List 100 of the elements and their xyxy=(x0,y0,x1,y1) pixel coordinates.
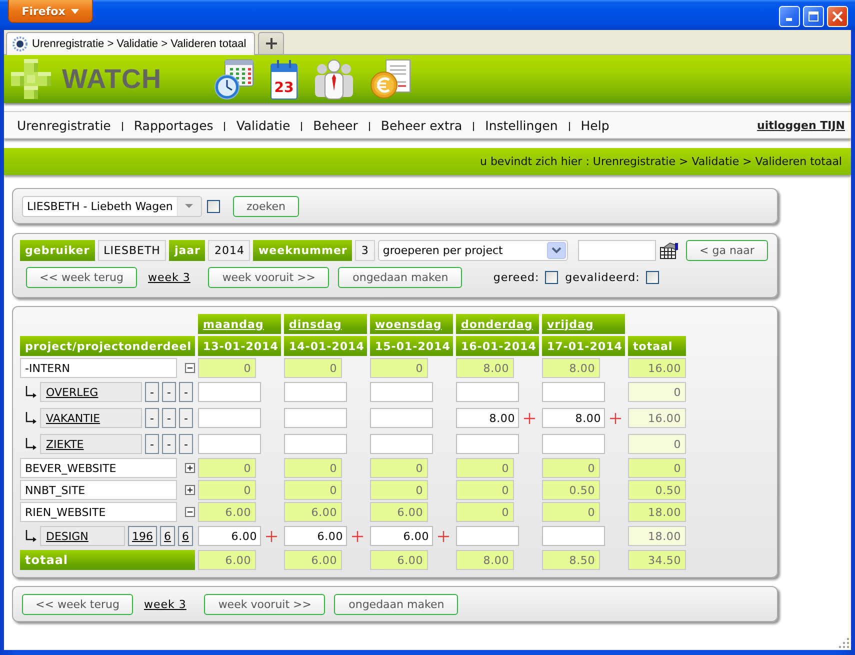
search-button[interactable]: zoeken xyxy=(233,196,299,216)
code-field: - xyxy=(162,382,176,402)
hours-input[interactable]: 8.00 xyxy=(456,408,519,428)
project-name: RIEN_WEBSITE xyxy=(20,502,177,522)
new-tab-button[interactable] xyxy=(258,32,284,54)
code-field: - xyxy=(145,382,159,402)
week-link[interactable]: week 3 xyxy=(148,271,190,284)
hours-input[interactable] xyxy=(456,526,519,546)
code-field: - xyxy=(145,434,159,454)
browser-tab[interactable]: Urenregistratie > Validatie > Valideren totaal xyxy=(6,32,255,55)
plus-icon[interactable] xyxy=(610,412,621,424)
total-cell: 18.00 xyxy=(628,502,686,522)
logout-link[interactable]: uitloggen TIJN xyxy=(757,118,845,132)
task-link[interactable]: OVERLEG xyxy=(40,382,142,402)
plus-icon xyxy=(266,38,276,49)
hours-cell: 0 xyxy=(284,358,342,378)
user-select[interactable]: LIESBETH - Liebeth Wagen xyxy=(22,196,202,216)
plus-icon[interactable] xyxy=(352,530,363,542)
task-link[interactable]: DESIGN xyxy=(40,526,125,546)
plus-icon[interactable] xyxy=(438,530,449,542)
next-week-button[interactable]: week vooruit >> xyxy=(208,267,330,288)
app-logo-text: WATCH xyxy=(62,64,162,94)
date-header: 17-01-2014 xyxy=(542,336,625,356)
undo-button[interactable]: ongedaan maken xyxy=(338,267,462,288)
hours-input[interactable] xyxy=(370,382,433,402)
previous-week-button[interactable]: << week terug xyxy=(22,594,133,614)
caret-icon xyxy=(71,8,80,14)
nav-link[interactable]: Help xyxy=(580,118,610,132)
week-link[interactable]: week 3 xyxy=(144,598,186,610)
minimize-button[interactable] xyxy=(779,6,800,27)
minus-box-icon[interactable] xyxy=(185,507,195,517)
hours-input[interactable] xyxy=(198,408,261,428)
euro-coin-document-icon[interactable] xyxy=(369,57,414,101)
hours-cell: 6.00 xyxy=(198,550,256,570)
hours-cell: 0 xyxy=(456,502,514,522)
checkbox[interactable] xyxy=(545,271,558,284)
nav-link[interactable]: Rapportages xyxy=(134,118,214,132)
nav-link[interactable]: Validatie xyxy=(236,118,290,132)
nav-link[interactable]: Beheer extra xyxy=(380,118,462,132)
hours-input[interactable] xyxy=(284,408,347,428)
hours-input[interactable] xyxy=(370,408,433,428)
hours-input[interactable] xyxy=(370,434,433,454)
code-field: - xyxy=(179,408,193,428)
hours-input[interactable]: 6.00 xyxy=(198,526,261,546)
hours-cell: 8.00 xyxy=(456,358,514,378)
calendar-icon[interactable] xyxy=(660,242,678,259)
maximize-icon xyxy=(808,11,819,22)
previous-week-button[interactable]: << week terug xyxy=(26,267,137,288)
code-link[interactable]: 196 xyxy=(128,526,157,546)
next-week-button[interactable]: week vooruit >> xyxy=(204,594,326,614)
project-name: BEVER_WEBSITE xyxy=(20,458,177,478)
corner-arrow-icon xyxy=(25,386,37,398)
close-icon xyxy=(832,11,843,22)
hours-input[interactable] xyxy=(198,382,261,402)
checkbox[interactable] xyxy=(207,200,220,212)
hours-input[interactable] xyxy=(542,434,605,454)
hours-input[interactable]: 8.00 xyxy=(542,408,605,428)
code-link[interactable]: 6 xyxy=(178,526,193,546)
plus-icon[interactable] xyxy=(524,412,535,424)
hours-cell: 8.50 xyxy=(542,550,600,570)
code-field: - xyxy=(162,408,176,428)
grouping-select[interactable]: groeperen per project xyxy=(378,240,568,261)
hours-input[interactable] xyxy=(542,526,605,546)
hours-cell: 6.00 xyxy=(370,550,428,570)
minus-box-icon[interactable] xyxy=(185,363,195,373)
hours-input[interactable] xyxy=(542,382,605,402)
date-header: 13-01-2014 xyxy=(198,336,281,356)
plus-icon[interactable] xyxy=(266,530,277,542)
people-icon[interactable] xyxy=(313,57,356,101)
hours-input[interactable]: 6.00 xyxy=(370,526,433,546)
hours-input[interactable] xyxy=(456,382,519,402)
close-button[interactable] xyxy=(827,6,848,27)
checkbox[interactable] xyxy=(646,271,659,284)
plus-box-icon[interactable] xyxy=(185,463,195,473)
plus-box-icon[interactable] xyxy=(185,485,195,495)
task-link[interactable]: ZIEKTE xyxy=(40,434,142,454)
task-link[interactable]: VAKANTIE xyxy=(40,408,142,428)
total-cell: 0 xyxy=(628,434,686,454)
undo-button[interactable]: ongedaan maken xyxy=(334,594,458,614)
hours-input[interactable] xyxy=(198,434,261,454)
code-field: - xyxy=(162,434,176,454)
nav-link[interactable]: Beheer xyxy=(313,118,358,132)
corner-arrow-icon xyxy=(25,530,37,542)
dotted-ring-icon xyxy=(12,36,28,52)
hours-input[interactable]: 6.00 xyxy=(284,526,347,546)
date-input[interactable] xyxy=(578,240,656,261)
hours-input[interactable] xyxy=(456,434,519,454)
go-to-button[interactable]: < ga naar xyxy=(686,240,768,261)
nav-link[interactable]: Urenregistratie xyxy=(17,118,111,132)
hours-input[interactable] xyxy=(284,382,347,402)
column-header: project/projectonderdeel xyxy=(20,336,195,356)
project-name: -INTERN xyxy=(20,358,177,378)
date-header: 16-01-2014 xyxy=(456,336,539,356)
hours-cell: 0 xyxy=(198,480,256,500)
hours-cell: 0 xyxy=(370,358,428,378)
clock-calendar-icon[interactable] xyxy=(213,57,256,101)
code-link[interactable]: 6 xyxy=(160,526,175,546)
maximize-button[interactable] xyxy=(803,6,824,27)
hours-input[interactable] xyxy=(284,434,347,454)
nav-link[interactable]: Instellingen xyxy=(485,118,558,132)
